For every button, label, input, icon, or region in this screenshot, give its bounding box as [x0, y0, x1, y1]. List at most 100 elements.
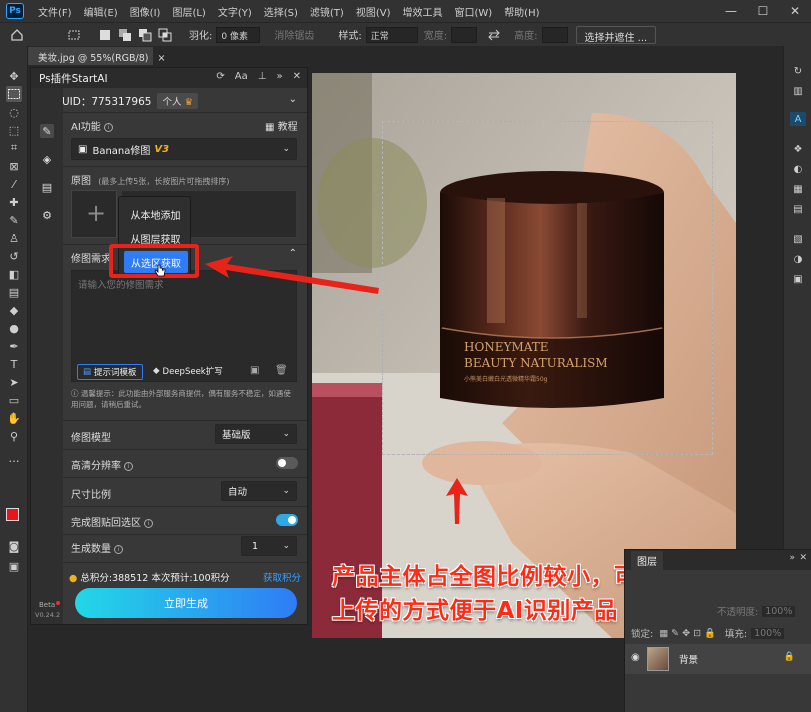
visibility-eye-icon[interactable]: ◉: [631, 652, 640, 663]
rect-marquee-preset-icon[interactable]: [67, 28, 81, 42]
layer-row-background[interactable]: ◉ 背景 🔒: [625, 644, 811, 674]
style-select[interactable]: 正常: [365, 26, 418, 43]
deepseek-expand-button[interactable]: ◆ DeepSeek扩写: [153, 365, 223, 377]
menu-image[interactable]: 图像(I): [124, 4, 167, 19]
menu-view[interactable]: 视图(V): [350, 4, 397, 19]
info-icon[interactable]: i: [144, 518, 153, 528]
rectangle-tool-icon[interactable]: ▭: [6, 392, 22, 408]
menu-type[interactable]: 文字(Y): [212, 4, 258, 19]
libraries-panel-icon[interactable]: ❖: [790, 142, 806, 156]
paths-panel-icon[interactable]: ▣: [790, 272, 806, 286]
menu-window[interactable]: 窗口(W): [448, 4, 498, 19]
pen-tool-icon[interactable]: ✒: [6, 338, 22, 354]
startai-panel-icon[interactable]: A: [790, 112, 806, 126]
home-icon[interactable]: [10, 28, 24, 42]
retouch-model-select[interactable]: 基础版 ⌄: [215, 424, 297, 444]
layers-panel-icon[interactable]: ▧: [790, 232, 806, 246]
eraser-tool-icon[interactable]: ◧: [6, 266, 22, 282]
opacity-input[interactable]: 100%: [762, 605, 796, 617]
info-icon[interactable]: i: [124, 461, 133, 471]
hd-resolution-toggle[interactable]: [276, 457, 298, 469]
subtract-selection-icon[interactable]: [138, 28, 152, 42]
photoshop-logo-icon[interactable]: Ps: [6, 3, 24, 19]
menu-item-local[interactable]: 从本地添加: [119, 203, 192, 225]
tutorial-link[interactable]: ▦ 教程: [265, 118, 298, 133]
blur-tool-icon[interactable]: ◆: [6, 302, 22, 318]
close-tab-icon[interactable]: ×: [158, 53, 166, 64]
layers-panel-close-icon[interactable]: »: [789, 553, 795, 563]
generate-count-select[interactable]: 1 ⌄: [241, 536, 297, 556]
fill-input[interactable]: 100%: [751, 627, 785, 639]
ai-function-select[interactable]: ▣ Banana修图 V3 ⌄: [71, 138, 297, 160]
menu-plugins[interactable]: 增效工具: [396, 4, 448, 19]
healing-brush-tool-icon[interactable]: ✚: [6, 194, 22, 210]
width-input[interactable]: [451, 26, 478, 43]
retouch-tab-icon[interactable]: ✎: [40, 124, 54, 138]
swap-dimensions-icon[interactable]: [487, 28, 501, 42]
lock-icons[interactable]: ▦✎✥⊡🔒: [659, 628, 719, 639]
type-tool-icon[interactable]: T: [6, 356, 22, 372]
collapse-icon[interactable]: »: [276, 71, 282, 82]
intersect-selection-icon[interactable]: [158, 28, 172, 42]
aspect-ratio-select[interactable]: 自动 ⌄: [221, 481, 297, 501]
hand-tool-icon[interactable]: ✋: [6, 410, 22, 426]
clone-stamp-tool-icon[interactable]: ♙: [6, 230, 22, 246]
menu-layer[interactable]: 图层(L): [166, 4, 211, 19]
info-icon[interactable]: i: [114, 544, 123, 554]
close-plugin-icon[interactable]: ✕: [293, 71, 301, 82]
object-select-tool-icon[interactable]: ⬚: [6, 122, 22, 138]
history-panel-icon[interactable]: ↻: [790, 64, 806, 78]
move-tool-icon[interactable]: ✥: [6, 68, 22, 84]
user-expand-chevron-icon[interactable]: ⌄: [289, 94, 297, 105]
marquee-selection[interactable]: [382, 121, 713, 455]
menu-filter[interactable]: 滤镜(T): [304, 4, 350, 19]
get-points-link[interactable]: 获取积分: [263, 570, 301, 584]
menu-file[interactable]: 文件(F): [32, 4, 78, 19]
generate-button[interactable]: 立即生成: [75, 588, 297, 618]
dodge-tool-icon[interactable]: ●: [6, 320, 22, 336]
menu-help[interactable]: 帮助(H): [498, 4, 545, 19]
color-panel-icon[interactable]: ▦: [790, 182, 806, 196]
adjustments-panel-icon[interactable]: ◐: [790, 162, 806, 176]
history-brush-tool-icon[interactable]: ↺: [6, 248, 22, 264]
eyedropper-tool-icon[interactable]: ⁄: [6, 176, 22, 192]
info-icon[interactable]: i: [103, 122, 113, 132]
prompt-template-button[interactable]: ▤ 提示词模板: [77, 364, 143, 380]
antialias-checkbox-label[interactable]: 消除锯齿: [274, 27, 314, 42]
new-selection-icon[interactable]: [98, 28, 112, 42]
maximize-icon[interactable]: ☐: [747, 0, 779, 22]
add-to-selection-icon[interactable]: [118, 28, 132, 42]
settings-icon[interactable]: ⚙: [40, 208, 54, 222]
lasso-tool-icon[interactable]: ◌: [6, 104, 22, 120]
foreground-color-swatch[interactable]: [6, 508, 19, 521]
select-and-mask-button[interactable]: 选择并遮住 ...: [575, 25, 657, 44]
brush-tool-icon[interactable]: ✎: [6, 212, 22, 228]
more-tools-icon[interactable]: …: [6, 450, 22, 466]
clear-text-icon[interactable]: 🗑: [275, 365, 288, 376]
screen-mode-icon[interactable]: ▣: [6, 558, 22, 574]
crop-tool-icon[interactable]: ⌗: [6, 140, 22, 156]
layers-tab-icon[interactable]: ◈: [40, 152, 54, 166]
frame-tool-icon[interactable]: ⊠: [6, 158, 22, 174]
history-prompt-icon[interactable]: ▣: [250, 365, 259, 376]
feather-input[interactable]: 0 像素: [216, 26, 261, 43]
menu-edit[interactable]: 编辑(E): [78, 4, 124, 19]
layers-tab[interactable]: 图层: [631, 550, 663, 570]
layers-panel-menu-icon[interactable]: ✕: [799, 553, 807, 563]
rect-marquee-tool-icon[interactable]: [6, 86, 22, 102]
height-input[interactable]: [541, 26, 568, 43]
properties-panel-icon[interactable]: ▥: [790, 84, 806, 98]
gradient-tool-icon[interactable]: ▤: [6, 284, 22, 300]
channels-panel-icon[interactable]: ◑: [790, 252, 806, 266]
paste-back-toggle[interactable]: [276, 514, 298, 526]
menu-select[interactable]: 选择(S): [258, 4, 304, 19]
document-tab-icon[interactable]: ▤: [40, 180, 54, 194]
zoom-tool-icon[interactable]: ⚲: [6, 428, 22, 444]
document-tab[interactable]: 美妆.jpg @ 55%(RGB/8) ×: [28, 47, 166, 65]
font-size-icon[interactable]: Aa: [235, 71, 248, 82]
path-select-tool-icon[interactable]: ➤: [6, 374, 22, 390]
refresh-icon[interactable]: ⟳: [216, 71, 224, 82]
upload-slot[interactable]: +: [71, 190, 117, 238]
swatches-panel-icon[interactable]: ▤: [790, 202, 806, 216]
quick-mask-icon[interactable]: ◙: [6, 538, 22, 554]
